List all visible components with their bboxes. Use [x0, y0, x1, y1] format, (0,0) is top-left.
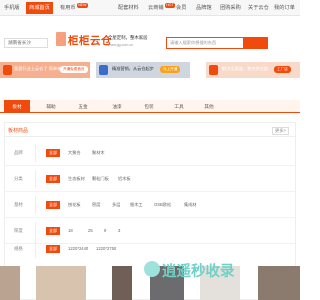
site-logo[interactable]: 柜柜云仓 [68, 33, 112, 48]
filter-option[interactable]: 1220*2440 [68, 246, 88, 251]
product-thumbnail[interactable] [112, 266, 132, 300]
nav-member[interactable]: 会员 [176, 3, 186, 13]
city-select[interactable]: 湖南省长沙 [4, 38, 48, 48]
filter-all-button[interactable]: 全部 [46, 245, 60, 253]
top-nav-bar: 手机版 商城首页 有用币 NEW 配套材料 云商铺 HOT 会员 品牌馆 团购采购 … [0, 0, 300, 16]
filter-option[interactable]: 集成材 [184, 202, 197, 208]
filter-option[interactable]: 刨花板 [68, 202, 81, 208]
filter-option[interactable]: 18 [68, 228, 73, 233]
promo-banner-3[interactable]: 解决全渠道，整合供应链 工厂店 [206, 62, 300, 78]
filter-label: 规格 [14, 246, 23, 251]
product-thumbnail[interactable] [258, 266, 300, 300]
nav-cloud-shop[interactable]: 云商铺 HOT [148, 3, 176, 13]
filter-all-button[interactable]: 全部 [46, 175, 60, 183]
filter-option[interactable]: 1220*2750 [96, 246, 116, 251]
filter-option[interactable]: 生态板材 [68, 176, 85, 182]
filter-option[interactable]: 颗粒门板 [92, 176, 109, 182]
product-thumbnail[interactable] [0, 266, 20, 300]
divider [35, 196, 36, 214]
tab-tools[interactable]: 工具 [166, 100, 192, 113]
nav-group-buy[interactable]: 团购采购 [220, 3, 241, 13]
nav-brand[interactable]: 品牌馆 [196, 3, 212, 13]
nav-mall-home[interactable]: 商城首页 [26, 2, 53, 14]
panel-title: 板材商品 [8, 128, 29, 134]
watermark-logo-icon [144, 261, 160, 277]
nav-coins[interactable]: 有用币 NEW [60, 3, 88, 13]
filter-row-category: 分类 全部 生态板材 颗粒门板 铝木板 [4, 166, 296, 192]
filter-option[interactable]: 9 [104, 228, 106, 233]
filter-all-button[interactable]: 全部 [46, 149, 60, 157]
banner-button[interactable]: 工厂店 [274, 66, 291, 73]
marketing-icon [99, 65, 108, 75]
filter-all-button[interactable]: 全部 [46, 227, 60, 235]
site-url: www.gg.com.cn [108, 43, 134, 47]
filter-option[interactable]: 3 [118, 228, 120, 233]
divider [35, 240, 36, 258]
banner-button[interactable]: 马上开通 [160, 66, 181, 73]
promo-banner-1[interactable]: 家居行业上云仓了 简单来 · 逛起来 开通免费首页 [0, 62, 90, 78]
banner-button[interactable]: 开通免费首页 [60, 66, 88, 73]
filter-option[interactable]: 聚材木 [92, 150, 105, 156]
tab-hardware[interactable]: 五金 [70, 100, 96, 113]
more-link[interactable]: 更多> [272, 127, 289, 135]
filter-option[interactable]: 密度 [92, 202, 100, 208]
nav-coins-label: 有用币 [60, 5, 76, 11]
banner-text: 解决全渠道，整合供应链 [222, 66, 269, 71]
tab-paint[interactable]: 油漆 [104, 100, 130, 113]
product-thumbnail[interactable] [36, 266, 86, 300]
nav-materials[interactable]: 配套材料 [118, 3, 139, 13]
search-button[interactable] [244, 37, 268, 49]
supply-chain-icon [209, 65, 218, 75]
tab-boards[interactable]: 板材 [4, 100, 30, 113]
filter-label: 品牌 [14, 150, 23, 155]
filter-option[interactable]: 多层 [112, 202, 120, 208]
filter-option[interactable]: 25 [88, 228, 93, 233]
nav-mobile[interactable]: 手机版 [4, 3, 20, 13]
tab-auxiliary[interactable]: 辅助 [38, 100, 64, 113]
filter-label: 基材 [14, 202, 23, 207]
filter-label: 厚度 [14, 228, 23, 233]
tab-other[interactable]: 其他 [196, 100, 222, 113]
nav-about[interactable]: 关于云仓 [248, 3, 269, 13]
logo-icon [56, 32, 66, 46]
search-input[interactable]: 请输入搜索你想搜的东西 [166, 37, 244, 49]
hot-badge: HOT [164, 3, 176, 8]
filter-row-substrate: 基材 全部 刨花板 密度 多层 细木工 OSB欧松 集成材 [4, 192, 296, 218]
filter-option[interactable]: 铝木板 [118, 176, 131, 182]
filter-option[interactable]: OSB欧松 [154, 202, 171, 208]
filter-row-spec: 规格 全部 1220*2440 1220*2750 [4, 236, 296, 262]
cloud-icon [3, 65, 12, 75]
filter-row-brand: 品牌 全部 大聚合 聚材木 [4, 140, 296, 166]
banner-text: 精准营销，从云仓起步 [112, 66, 154, 71]
tab-packaging[interactable]: 包装 [136, 100, 162, 113]
divider [35, 170, 36, 188]
slogan: 全屋定制，整木家居 [108, 35, 148, 40]
divider [35, 144, 36, 162]
filter-option[interactable]: 大聚合 [68, 150, 81, 156]
nav-cloud-shop-label: 云商铺 [148, 5, 164, 11]
watermark-text: 逍遥秒收录 [162, 264, 235, 280]
category-tabs: 板材 辅助 五金 油漆 包装 工具 其他 [0, 100, 300, 113]
nav-orders[interactable]: 我的订单 [274, 3, 295, 13]
promo-banner-2[interactable]: 精准营销，从云仓起步 马上开通 [96, 62, 190, 78]
filter-option[interactable]: 细木工 [130, 202, 143, 208]
new-badge: NEW [76, 3, 88, 8]
filter-all-button[interactable]: 全部 [46, 201, 60, 209]
filter-label: 分类 [14, 176, 23, 181]
divider [4, 136, 296, 137]
